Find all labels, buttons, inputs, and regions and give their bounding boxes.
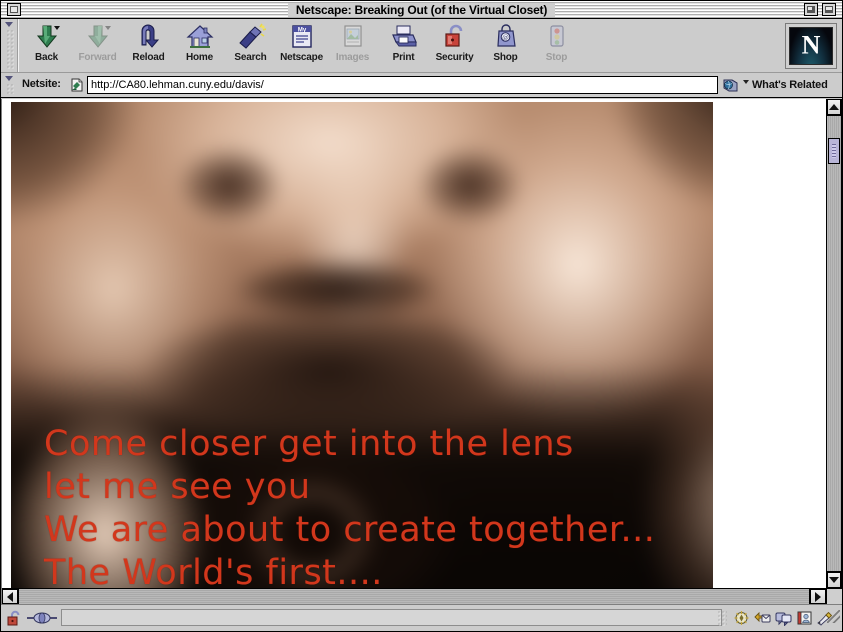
print-button-label: Print	[393, 52, 415, 63]
scroll-left-arrow-icon[interactable]	[2, 589, 18, 604]
whats-related-chevron-down-icon	[743, 80, 749, 84]
status-bar	[1, 604, 842, 631]
network-connection-icon[interactable]	[27, 611, 57, 625]
location-grip-dots-icon	[6, 83, 14, 94]
scrollbar-corner	[826, 588, 842, 604]
print-button[interactable]: Print	[378, 21, 429, 70]
window-title: Netscape: Breaking Out (of the Virtual C…	[1, 1, 842, 19]
shop-bag-icon: @	[491, 23, 521, 51]
navigator-compass-icon[interactable]	[733, 610, 750, 626]
toolbar-collapse-handle[interactable]	[3, 21, 16, 70]
back-button[interactable]: Back	[21, 21, 72, 70]
stop-traffic-light-icon	[542, 23, 572, 51]
shop-button[interactable]: @ Shop	[480, 21, 531, 70]
security-button[interactable]: Security	[429, 21, 480, 70]
reload-icon	[134, 23, 164, 51]
svg-text:My: My	[297, 28, 306, 34]
address-book-icon[interactable]	[796, 610, 813, 626]
netscape-n-logo-icon	[789, 27, 833, 65]
vertical-scroll-thumb[interactable]	[828, 138, 840, 164]
search-button[interactable]: Search	[225, 21, 276, 70]
home-button-label: Home	[186, 52, 213, 63]
resize-grip-icon[interactable]	[827, 610, 840, 623]
reload-button[interactable]: Reload	[123, 21, 174, 70]
search-button-label: Search	[234, 52, 266, 63]
back-arrow-icon	[32, 23, 62, 51]
url-input-value: http://CA80.lehman.cuny.edu/davis/	[91, 79, 264, 91]
netscape-button[interactable]: My Netscape	[276, 21, 327, 70]
navigation-toolbar: Back Forward	[1, 19, 842, 73]
page-hero-image: Come closer get into the lens let me see…	[11, 102, 713, 588]
whats-related-button[interactable]: What's Related	[722, 75, 838, 95]
overlay-line-1: Come closer get into the lens	[44, 423, 703, 466]
search-flashlight-icon	[236, 23, 266, 51]
whats-related-globe-icon	[722, 76, 740, 94]
overlay-line-4: The World's first....	[44, 552, 703, 588]
location-toolbar: Netsite: http://CA80.lehman.cuny.edu/dav…	[1, 73, 842, 98]
images-button[interactable]: Images	[327, 21, 378, 70]
netscape-button-label: Netscape	[280, 52, 323, 63]
collapse-box[interactable]	[822, 3, 836, 16]
overlay-poem-text: Come closer get into the lens let me see…	[44, 423, 703, 588]
stop-button[interactable]: Stop	[531, 21, 582, 70]
scroll-right-arrow-icon[interactable]	[810, 589, 826, 604]
overlay-line-3: We are about to create together...	[44, 509, 703, 552]
url-input[interactable]: http://CA80.lehman.cuny.edu/davis/	[87, 76, 718, 94]
netscape-browser-window: Netscape: Breaking Out (of the Virtual C…	[0, 0, 843, 632]
shop-button-label: Shop	[493, 52, 517, 63]
netsite-label: Netsite:	[22, 78, 61, 90]
window-title-bar[interactable]: Netscape: Breaking Out (of the Virtual C…	[1, 1, 842, 19]
toolbar-button-group: Back Forward	[21, 21, 582, 71]
security-button-label: Security	[436, 52, 474, 63]
location-bar-collapse-handle[interactable]	[3, 75, 16, 95]
page-content-area: Come closer get into the lens let me see…	[1, 99, 842, 604]
location-collapse-triangle-icon	[5, 76, 13, 81]
my-netscape-icon: My	[287, 23, 317, 51]
images-picture-icon	[338, 23, 368, 51]
zoom-box[interactable]	[804, 3, 818, 16]
close-box[interactable]	[7, 3, 21, 16]
component-bar-grip-icon[interactable]	[717, 610, 727, 626]
vertical-scroll-track[interactable]	[827, 115, 841, 572]
window-title-label: Netscape: Breaking Out (of the Virtual C…	[288, 3, 555, 17]
security-padlock-icon	[440, 23, 470, 51]
mailbox-icon[interactable]	[754, 610, 771, 626]
unlocked-padlock-icon[interactable]	[6, 610, 24, 626]
back-button-label: Back	[35, 52, 58, 63]
home-house-icon	[185, 23, 215, 51]
status-message	[61, 609, 722, 626]
whats-related-label: What's Related	[752, 79, 828, 91]
forward-button[interactable]: Forward	[72, 21, 123, 70]
toolbar-grip-dots-icon	[6, 29, 14, 69]
forward-arrow-icon	[83, 23, 113, 51]
images-button-label: Images	[336, 52, 369, 63]
reload-button-label: Reload	[132, 52, 164, 63]
newsgroups-icon[interactable]	[775, 610, 792, 626]
forward-button-label: Forward	[78, 52, 116, 63]
netscape-brand-button[interactable]	[785, 23, 837, 69]
vertical-scrollbar[interactable]	[826, 99, 842, 588]
overlay-line-2: let me see you	[44, 466, 703, 509]
toolbar-collapse-triangle-icon	[5, 22, 13, 27]
horizontal-scroll-track[interactable]	[18, 589, 810, 604]
svg-text:@: @	[502, 34, 509, 42]
scroll-up-arrow-icon[interactable]	[827, 99, 841, 115]
page-proxy-icon[interactable]	[69, 77, 85, 93]
home-button[interactable]: Home	[174, 21, 225, 70]
page-canvas: Come closer get into the lens let me see…	[2, 99, 826, 588]
scroll-down-arrow-icon[interactable]	[827, 572, 841, 588]
printer-icon	[389, 23, 419, 51]
component-bar	[717, 608, 834, 628]
toolbar-divider	[17, 19, 19, 72]
stop-button-label: Stop	[546, 52, 567, 63]
horizontal-scrollbar[interactable]	[2, 588, 826, 604]
